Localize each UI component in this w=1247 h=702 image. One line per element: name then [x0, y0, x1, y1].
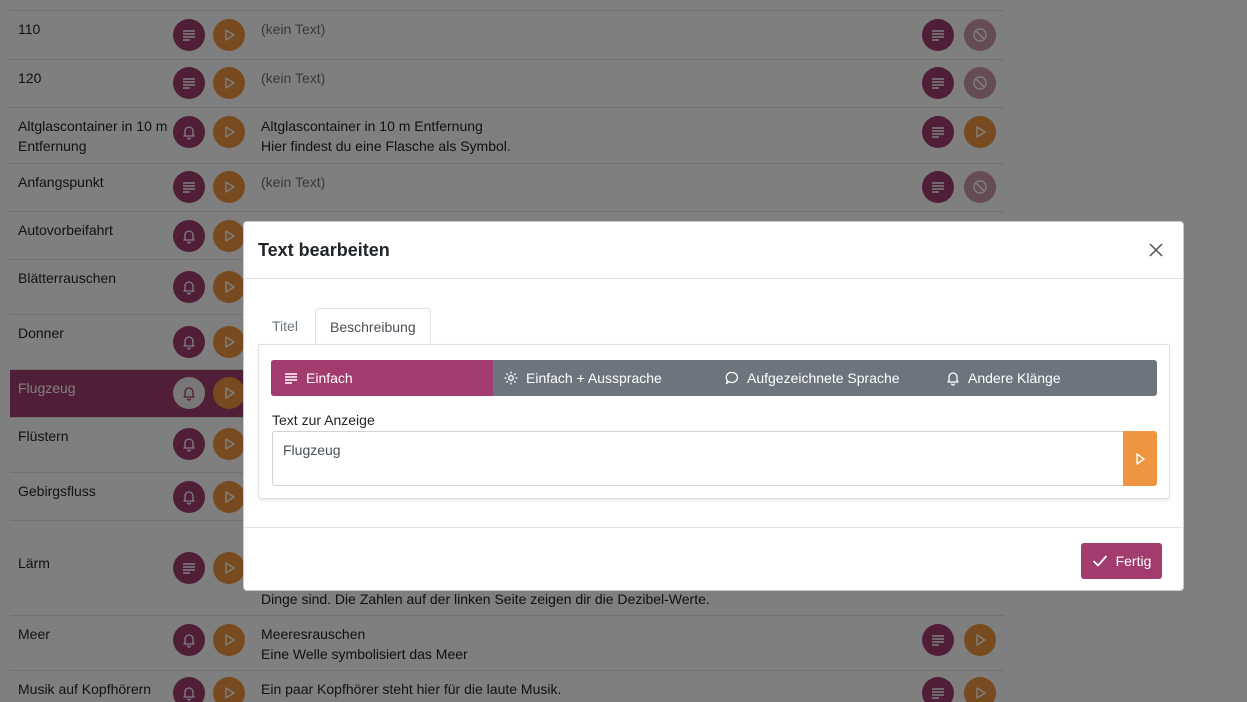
- modal-header: Text bearbeiten: [244, 222, 1183, 279]
- mode-other-sounds-button[interactable]: Andere Klänge: [945, 360, 1145, 396]
- tab-description[interactable]: Beschreibung: [315, 308, 431, 345]
- mode-selector: Einfach Einfach + Aussprache Aufgezeichn…: [271, 360, 1157, 396]
- close-icon[interactable]: [1147, 241, 1165, 259]
- tab-panel: Einfach Einfach + Aussprache Aufgezeichn…: [258, 344, 1170, 499]
- tab-bar: Titel Beschreibung: [258, 308, 1170, 345]
- gear-icon: [504, 371, 518, 385]
- modal-title: Text bearbeiten: [258, 240, 390, 260]
- mode-recorded-speech-button[interactable]: Aufgezeichnete Sprache: [724, 360, 934, 396]
- mode-label: Aufgezeichnete Sprache: [747, 370, 900, 386]
- display-text-input[interactable]: Flugzeug: [272, 431, 1124, 486]
- mode-simple-button[interactable]: Einfach: [271, 360, 493, 396]
- mode-label: Andere Klänge: [968, 370, 1061, 386]
- tab-title[interactable]: Titel: [258, 308, 312, 345]
- display-text-label: Text zur Anzeige: [272, 412, 375, 428]
- modal-footer: Fertig: [244, 527, 1183, 591]
- mode-label: Einfach: [306, 370, 353, 386]
- mode-simple-pronunciation-button[interactable]: Einfach + Aussprache: [503, 360, 713, 396]
- edit-text-modal: Text bearbeiten Titel Beschreibung Einfa…: [243, 221, 1184, 591]
- check-icon: [1092, 555, 1107, 567]
- done-button[interactable]: Fertig: [1081, 543, 1162, 579]
- bell-icon: [947, 372, 959, 386]
- lines-icon: [285, 373, 297, 384]
- mode-label: Einfach + Aussprache: [526, 370, 662, 386]
- play-icon[interactable]: [1123, 431, 1157, 486]
- speech-bubble-icon: [725, 371, 739, 385]
- done-label: Fertig: [1115, 553, 1152, 569]
